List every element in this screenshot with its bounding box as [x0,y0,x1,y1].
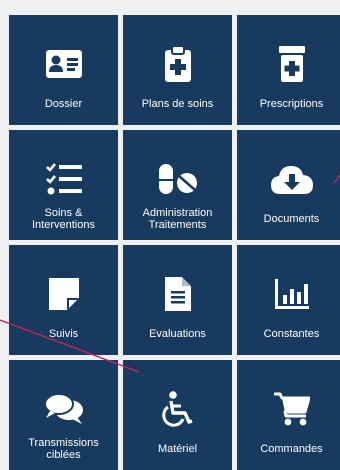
tile-label: Soins & Interventions [32,207,95,231]
tile-label: Evaluations [149,328,206,340]
tile-commandes[interactable]: Commandes [237,360,340,470]
tile-label: Dossier [44,98,83,110]
tile-documents[interactable]: Documents [237,130,340,240]
tile-label: Documents [263,213,320,225]
tile-label: Administration Traitements [142,207,213,231]
tile-administration-traitements[interactable]: Administration Traitements [123,130,232,240]
chat-bubbles-icon [9,388,118,430]
tile-prescriptions[interactable]: Prescriptions [237,15,340,125]
medicine-bottle-icon [237,43,340,85]
tile-label: Plans de soins [141,98,214,110]
wheelchair-icon [123,388,232,430]
tile-label: Suivis [48,328,79,340]
bar-chart-icon [237,273,340,315]
tile-constantes[interactable]: Constantes [237,245,340,355]
tile-transmissions-ciblees[interactable]: Transmissions ciblées [9,360,118,470]
tile-label: Constantes [263,328,320,340]
document-icon [123,273,232,315]
tile-plans-de-soins[interactable]: Plans de soins [123,15,232,125]
tile-label: Prescriptions [259,98,324,110]
tile-soins-interventions[interactable]: Soins & Interventions [9,130,118,240]
id-card-icon [9,43,118,85]
tile-suivis[interactable]: Suivis [9,245,118,355]
task-list-icon [9,158,118,200]
cloud-download-icon [237,158,340,200]
menu-grid: Dossier Plans de soins Prescriptions Soi… [9,15,340,470]
pills-icon [123,158,232,200]
shopping-cart-icon [237,388,340,430]
clipboard-medical-icon [123,43,232,85]
tile-evaluations[interactable]: Evaluations [123,245,232,355]
sticky-note-icon [9,273,118,315]
tile-materiel[interactable]: Matériel [123,360,232,470]
tile-dossier[interactable]: Dossier [9,15,118,125]
